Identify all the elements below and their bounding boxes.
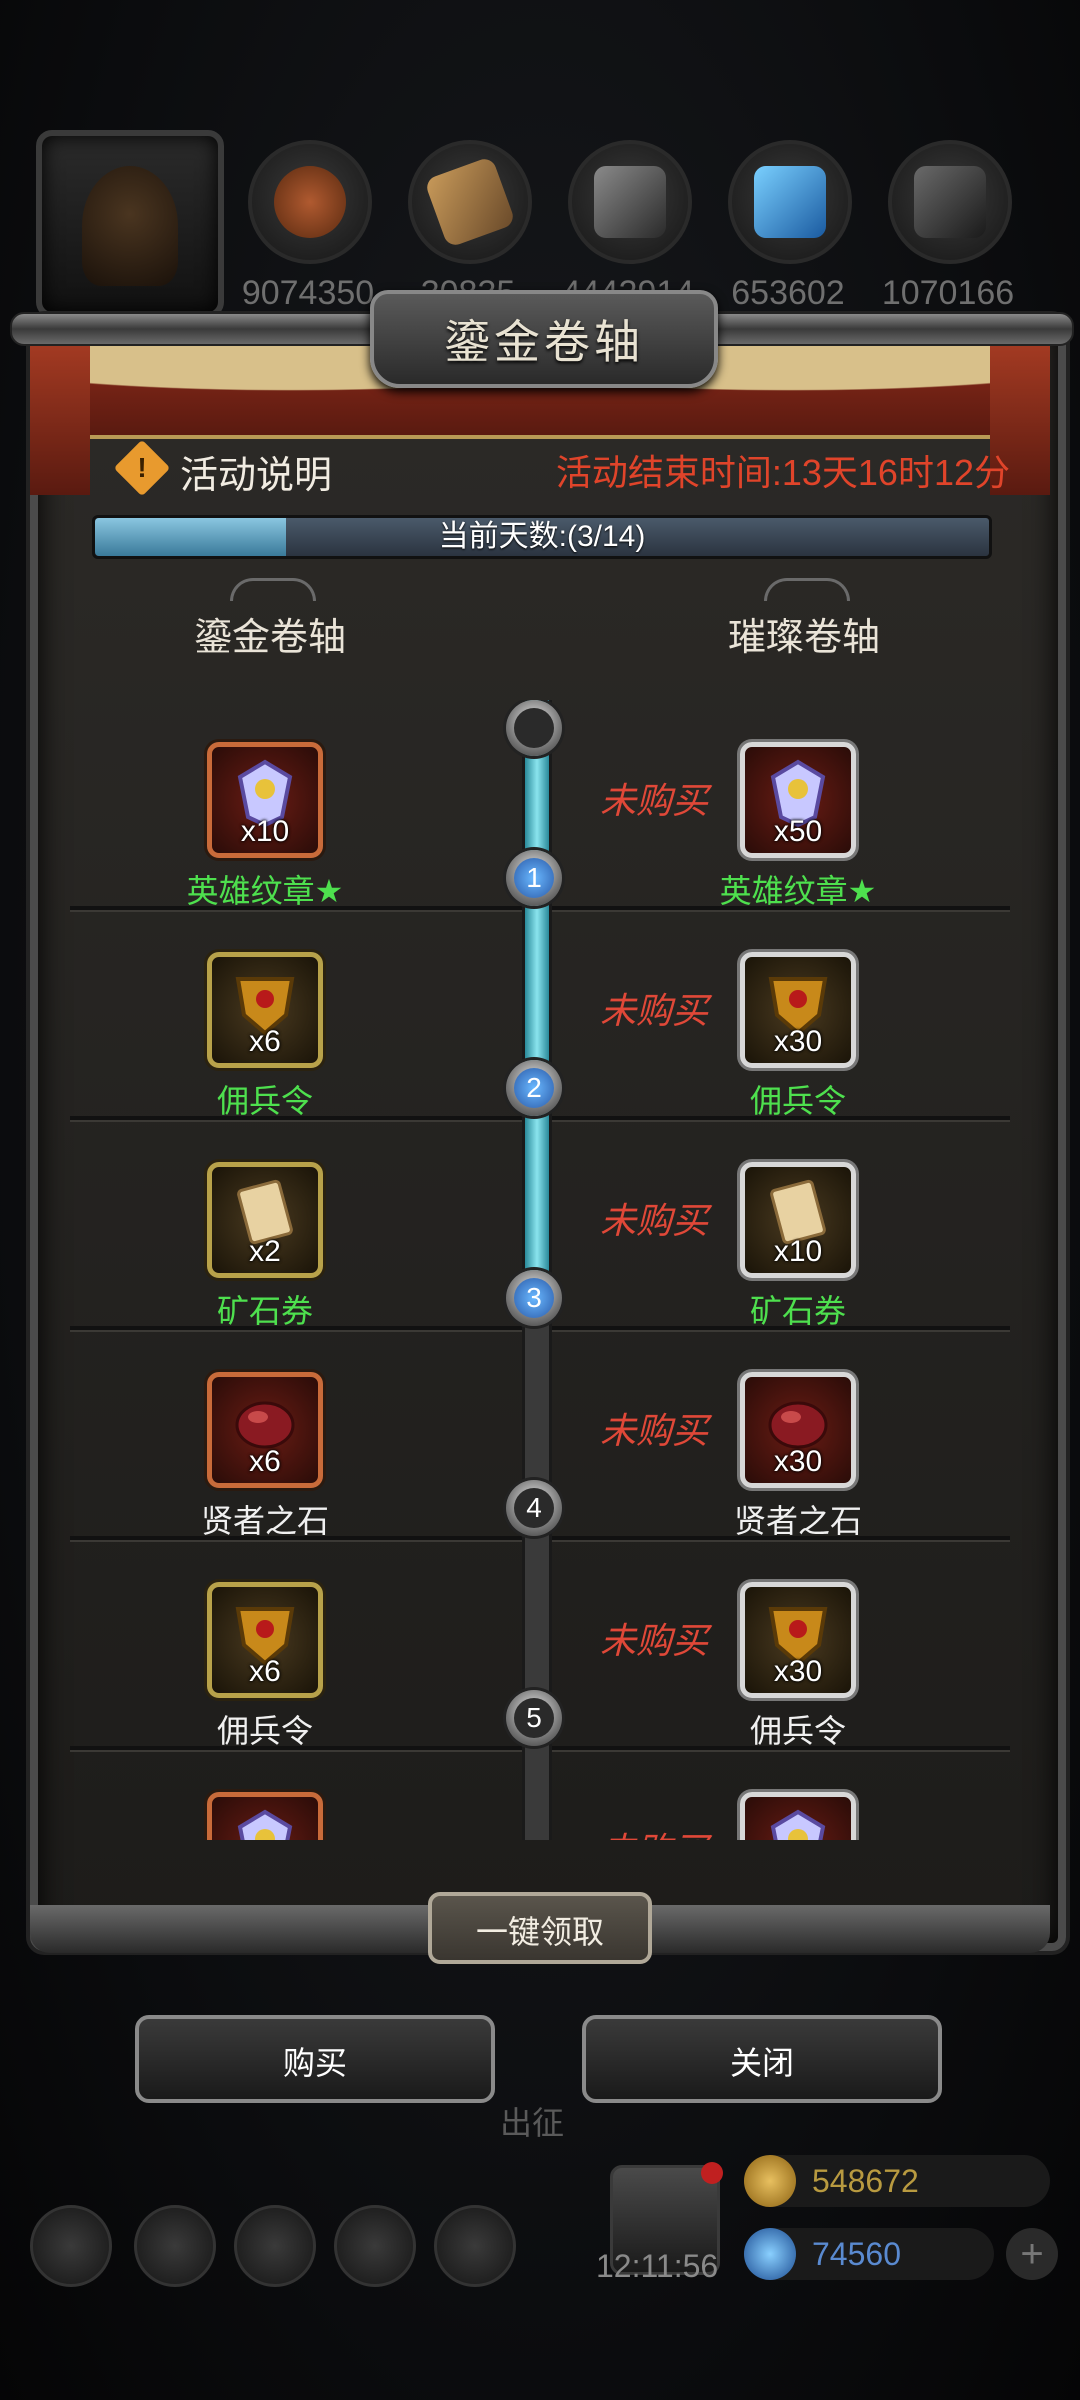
mail-icon[interactable]: [334, 2205, 416, 2287]
day-node-number: 1: [514, 858, 554, 898]
gold-value: 548672: [812, 2163, 919, 2199]
reward-quantity: x30: [773, 1445, 823, 1478]
avatar[interactable]: [36, 130, 224, 318]
day-node: 5: [506, 1690, 562, 1746]
day-node: 4: [506, 1480, 562, 1536]
left-reward-item[interactable]: [207, 1792, 323, 1840]
day-progress-bar: 当前天数:(3/14): [92, 515, 992, 559]
right-reward-item[interactable]: x10: [740, 1162, 856, 1278]
add-currency-button[interactable]: +: [1006, 2228, 1058, 2280]
castle-icon[interactable]: [234, 2205, 316, 2287]
right-reward-item[interactable]: x50: [740, 742, 856, 858]
unbought-status: 未购买: [600, 990, 709, 1031]
panel-title-plate: 鎏金卷轴: [370, 290, 718, 388]
unbought-status: 未购买: [600, 1822, 708, 1840]
day-node: 2: [506, 1060, 562, 1116]
close-button[interactable]: 关闭: [582, 2015, 942, 2103]
task-icon[interactable]: [434, 2205, 516, 2287]
right-reward-item[interactable]: x30: [740, 1582, 856, 1698]
gem-value: 74560: [812, 2236, 901, 2272]
reward-quantity: x30: [773, 1025, 823, 1058]
hero-badge-icon: [230, 1807, 300, 1840]
gold-currency: 548672: [744, 2155, 1050, 2207]
day-progress-text: 当前天数:(3/14): [438, 520, 646, 553]
unbought-status: 未购买: [600, 1620, 709, 1661]
left-reward-item[interactable]: x6: [207, 1372, 323, 1488]
reward-list[interactable]: 未购买x6佣兵令x30佣兵令未购买x6贤者之石x30贤者之石未购买x2矿石券x1…: [60, 700, 1020, 1840]
panel-title: 鎏金卷轴: [444, 315, 644, 369]
curtain-left: [30, 345, 90, 495]
activity-description-link[interactable]: 活动说明: [180, 444, 332, 499]
right-reward-item[interactable]: x30: [740, 952, 856, 1068]
gem-currency: 74560: [744, 2228, 994, 2280]
gift-timer: 12:11:56: [596, 2248, 719, 2284]
hero-badge-icon: [763, 1807, 833, 1840]
settings-icon[interactable]: [30, 2205, 112, 2287]
unbought-status: 未购买: [600, 780, 709, 821]
reward-quantity: x6: [249, 1025, 281, 1058]
reward-quantity: x10: [240, 815, 290, 848]
gem-icon: [744, 2228, 796, 2280]
claim-all-button[interactable]: 一键领取: [428, 1892, 652, 1964]
resource-wood[interactable]: 30835: [408, 140, 532, 312]
end-time-text: 活动结束时间:13天16时12分: [555, 452, 1010, 493]
right-column-header: 璀璨卷轴: [684, 578, 924, 678]
day-node-number: 2: [514, 1068, 554, 1108]
left-reward-item[interactable]: x6: [207, 1582, 323, 1698]
resource-meat[interactable]: 9074350: [242, 140, 374, 312]
day-node-number: 5: [514, 1698, 554, 1738]
resource-steel-value: 1070166: [881, 274, 1015, 312]
gold-scroll-icon: [744, 2155, 796, 2207]
iron-icon: [594, 166, 666, 238]
resource-steel[interactable]: 1070166: [882, 140, 1014, 312]
right-reward-item[interactable]: x30: [740, 1372, 856, 1488]
reward-quantity: x30: [773, 1655, 823, 1688]
resource-crystal[interactable]: 653602: [728, 140, 852, 312]
notification-dot: [701, 2162, 723, 2184]
resource-iron[interactable]: 4442914: [562, 140, 694, 312]
crystal-icon: [754, 166, 826, 238]
right-reward-item[interactable]: [740, 1792, 856, 1840]
unbought-status: 未购买: [600, 1200, 709, 1241]
wood-icon: [423, 155, 517, 249]
left-reward-item[interactable]: x10: [207, 742, 323, 858]
steel-icon: [914, 166, 986, 238]
resource-crystal-value: 653602: [731, 274, 845, 312]
reward-quantity: x2: [249, 1235, 281, 1268]
reward-quantity: x10: [773, 1235, 823, 1268]
track-start-node: [506, 700, 562, 756]
info-row: ! 活动说明 活动结束时间:13天16时12分: [113, 439, 1022, 500]
day-node-number: 3: [514, 1278, 554, 1318]
dispatch-label: 出征: [500, 2105, 565, 2141]
reward-quantity: x50: [773, 815, 823, 848]
day-node: 1: [506, 850, 562, 906]
reward-quantity: x6: [249, 1655, 281, 1688]
meat-icon: [274, 166, 346, 238]
hooded-figure-icon: [82, 166, 178, 286]
left-reward-item[interactable]: x2: [207, 1162, 323, 1278]
progress-track-fill: [525, 700, 549, 1298]
rank-icon[interactable]: [134, 2205, 216, 2287]
resource-bar: 9074350 30835 4442914 653602 1070166: [0, 120, 1080, 318]
day-node: 3: [506, 1270, 562, 1326]
day-node-number: 4: [514, 1488, 554, 1528]
info-warning-icon[interactable]: !: [113, 439, 171, 497]
buy-button[interactable]: 购买: [135, 2015, 495, 2103]
left-reward-item[interactable]: x6: [207, 952, 323, 1068]
left-column-header: 鎏金卷轴: [150, 578, 390, 678]
unbought-status: 未购买: [600, 1410, 709, 1451]
reward-quantity: x6: [249, 1445, 281, 1478]
